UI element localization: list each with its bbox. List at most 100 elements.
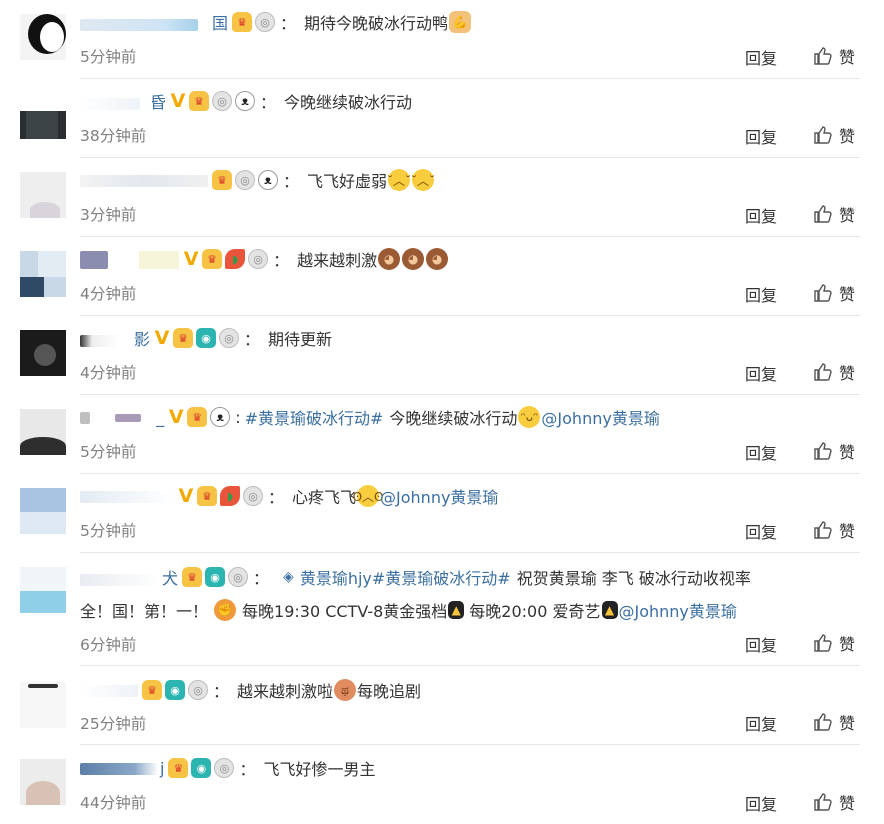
vip-v-icon[interactable]: V (154, 327, 170, 349)
crown-badge-icon[interactable]: ♛ (197, 486, 217, 506)
crown-badge-icon[interactable]: ♛ (212, 170, 232, 190)
reply-button[interactable]: 回复 (745, 519, 777, 543)
avatar[interactable] (20, 488, 66, 534)
medal-badge-icon[interactable]: ◎ (255, 12, 276, 32)
panda-badge-icon[interactable]: ᴥ (210, 407, 231, 427)
camera-badge-icon[interactable]: ◉ (165, 680, 185, 700)
avatar[interactable] (20, 567, 66, 613)
avatar[interactable] (20, 172, 66, 218)
avatar[interactable] (20, 409, 66, 455)
avatar[interactable] (20, 93, 66, 139)
mention-link[interactable]: @Johnny黄景瑜 (380, 484, 498, 508)
like-label: 赞 (839, 635, 856, 654)
super-topic-link[interactable]: 黄景瑜hjy (300, 565, 372, 589)
reply-button[interactable]: 回复 (745, 45, 777, 69)
thumbs-up-icon (814, 47, 832, 65)
comment-line: 昏 V ♛ ◎ ᴥ ： 今晚继续破冰行动 (80, 89, 854, 113)
comment-text: 祝贺黄景瑜 李飞 破冰行动收视率 (516, 569, 751, 588)
camera-badge-icon[interactable]: ◉ (191, 758, 212, 778)
hashtag-link[interactable]: #黄景瑜破冰行动# (372, 565, 511, 589)
crown-badge-icon[interactable]: ♛ (232, 12, 253, 32)
comment-item: 影 V ♛ ◉ ◎ ： 期待更新 4分钟前 回复 赞 (0, 316, 884, 395)
reply-button[interactable]: 回复 (745, 282, 777, 306)
comment-time: 5分钟前 (80, 48, 137, 66)
comment-time: 3分钟前 (80, 206, 137, 224)
avatar[interactable] (20, 759, 66, 805)
username[interactable]: 犬 (80, 565, 178, 589)
like-button[interactable]: 赞 (813, 123, 855, 147)
avatar[interactable] (20, 14, 66, 60)
crown-badge-icon[interactable]: ♛ (182, 567, 203, 587)
medal-badge-icon[interactable]: ◎ (243, 486, 263, 506)
thumbs-up-icon (814, 521, 832, 539)
medal-badge-icon[interactable]: ◎ (214, 758, 235, 778)
comment-time: 38分钟前 (80, 127, 147, 145)
username[interactable] (80, 249, 180, 269)
reply-button[interactable]: 回复 (745, 711, 777, 735)
medal-badge-icon[interactable]: ◎ (228, 567, 249, 587)
username[interactable] (80, 487, 174, 506)
crown-badge-icon[interactable]: ♛ (202, 249, 223, 269)
vip-v-icon[interactable]: V (168, 406, 184, 428)
vip-v-icon[interactable]: V (170, 90, 186, 112)
crown-badge-icon[interactable]: ♛ (173, 328, 194, 348)
mention-link[interactable]: @Johnny黄景瑜 (541, 405, 659, 429)
camera-badge-icon[interactable]: ◉ (196, 328, 217, 348)
medal-badge-icon[interactable]: ◎ (212, 91, 233, 111)
colon: ： (244, 330, 261, 349)
username[interactable]: j (80, 759, 164, 778)
reply-button[interactable]: 回复 (745, 361, 777, 385)
see-no-evil-monkey-emoji-icon: ◕ (402, 248, 425, 270)
like-button[interactable]: 赞 (813, 281, 855, 305)
flex-arm-emoji-icon: 💪 (449, 11, 472, 33)
camera-badge-icon[interactable]: ◉ (205, 567, 226, 587)
schedule-text: 每晚19:30 CCTV-8黄金强档 (242, 602, 448, 621)
like-button[interactable]: 赞 (813, 439, 855, 463)
reply-button[interactable]: 回复 (745, 440, 777, 464)
vip-v-icon[interactable]: V (183, 248, 199, 270)
avatar[interactable] (20, 682, 66, 728)
hashtag-link[interactable]: #黄景瑜破冰行动# (245, 405, 384, 429)
like-button[interactable]: 赞 (813, 44, 855, 68)
like-button[interactable]: 赞 (813, 360, 855, 384)
vip-v-icon[interactable]: V (178, 485, 194, 507)
avatar[interactable] (20, 330, 66, 376)
see-no-evil-monkey-emoji-icon: ◕ (426, 248, 449, 270)
panda-badge-icon[interactable]: ᴥ (258, 170, 278, 190)
medal-badge-icon[interactable]: ◎ (188, 680, 208, 700)
reply-button[interactable]: 回复 (745, 632, 777, 656)
like-label: 赞 (839, 48, 856, 67)
username[interactable]: 影 (80, 326, 150, 350)
crown-badge-icon[interactable]: ♛ (189, 91, 210, 111)
crown-badge-icon[interactable]: ♛ (187, 407, 208, 427)
panda-badge-icon[interactable]: ᴥ (235, 91, 256, 111)
username[interactable]: 昏 (80, 89, 166, 113)
medal-badge-icon[interactable]: ◎ (235, 170, 255, 190)
watermelon-badge-icon[interactable]: ◗ (225, 249, 246, 269)
medal-badge-icon[interactable]: ◎ (248, 249, 269, 269)
colon: ： (280, 14, 297, 33)
reply-button[interactable]: 回复 (745, 791, 777, 815)
like-button[interactable]: 赞 (813, 790, 855, 814)
crown-badge-icon[interactable]: ♛ (142, 680, 162, 700)
like-button[interactable]: 赞 (813, 202, 855, 226)
avatar[interactable] (20, 251, 66, 297)
reply-button[interactable]: 回复 (745, 124, 777, 148)
watermelon-badge-icon[interactable]: ◗ (220, 486, 240, 506)
lock-icon: ▲ (601, 601, 618, 619)
username[interactable] (80, 171, 208, 190)
username[interactable] (80, 681, 138, 700)
like-button[interactable]: 赞 (813, 631, 855, 655)
medal-badge-icon[interactable]: ◎ (219, 328, 240, 348)
comment-item: 国 ♛ ◎ ： 期待今晚破冰行动鸭 💪 5分钟前 回复 赞 (0, 0, 884, 79)
like-button[interactable]: 赞 (813, 518, 855, 542)
thumbs-up-icon (814, 793, 832, 811)
super-topic-icon: ◈ (283, 569, 294, 585)
username[interactable]: _ (80, 408, 164, 427)
reply-button[interactable]: 回复 (745, 203, 777, 227)
mention-link[interactable]: @Johnny黄景瑜 (619, 598, 737, 622)
crown-badge-icon[interactable]: ♛ (168, 758, 189, 778)
username[interactable]: 国 (80, 10, 228, 34)
like-button[interactable]: 赞 (813, 710, 855, 734)
colon: : (235, 407, 241, 427)
